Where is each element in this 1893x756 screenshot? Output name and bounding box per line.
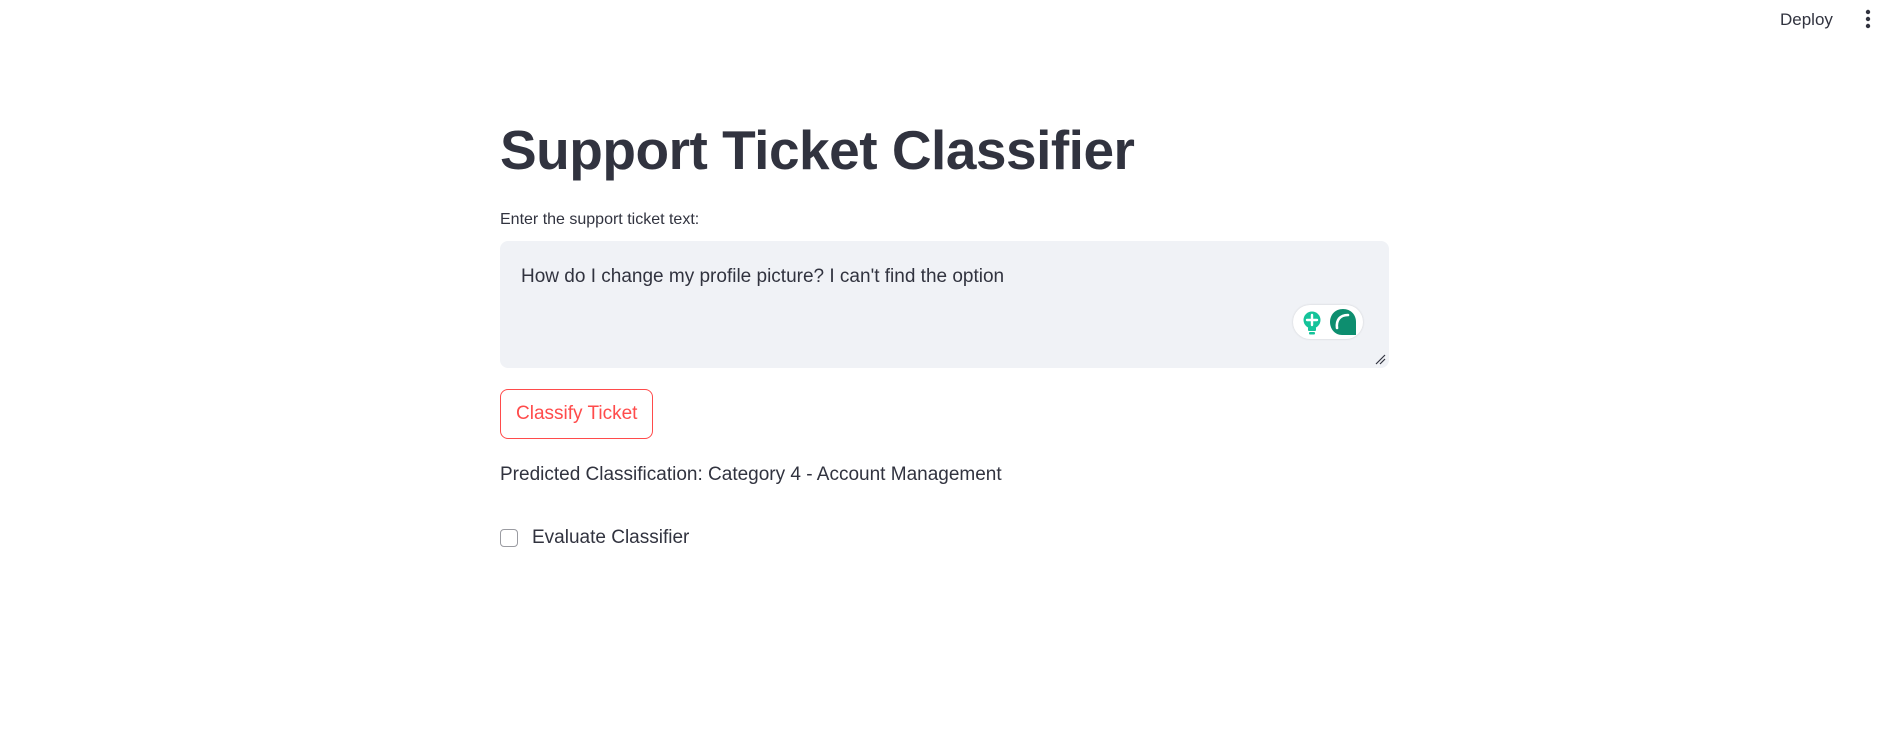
- ticket-text-container: [500, 241, 1389, 368]
- evaluate-classifier-checkbox[interactable]: Evaluate Classifier: [500, 526, 689, 550]
- resize-handle-icon[interactable]: [1374, 353, 1386, 365]
- evaluate-classifier-label: Evaluate Classifier: [532, 527, 690, 548]
- classify-ticket-button[interactable]: Classify Ticket: [500, 389, 654, 439]
- main-menu-button[interactable]: [1862, 8, 1874, 30]
- checkbox-box-icon[interactable]: [500, 529, 518, 547]
- prediction-result-text: Predicted Classification: Category 4 - A…: [500, 464, 1002, 485]
- ticket-text-label: Enter the support ticket text:: [500, 211, 700, 228]
- deploy-button[interactable]: Deploy: [1776, 7, 1837, 33]
- ticket-text-input[interactable]: [500, 241, 1389, 368]
- vertical-ellipsis-icon: [1865, 9, 1871, 29]
- lightbulb-icon: [1303, 311, 1321, 335]
- grammar-brand-icon: [1330, 309, 1356, 335]
- grammar-assistant-widget[interactable]: [1293, 305, 1363, 339]
- app-header: Deploy: [0, 0, 1893, 38]
- page-title: Support Ticket Classifier: [500, 119, 1135, 181]
